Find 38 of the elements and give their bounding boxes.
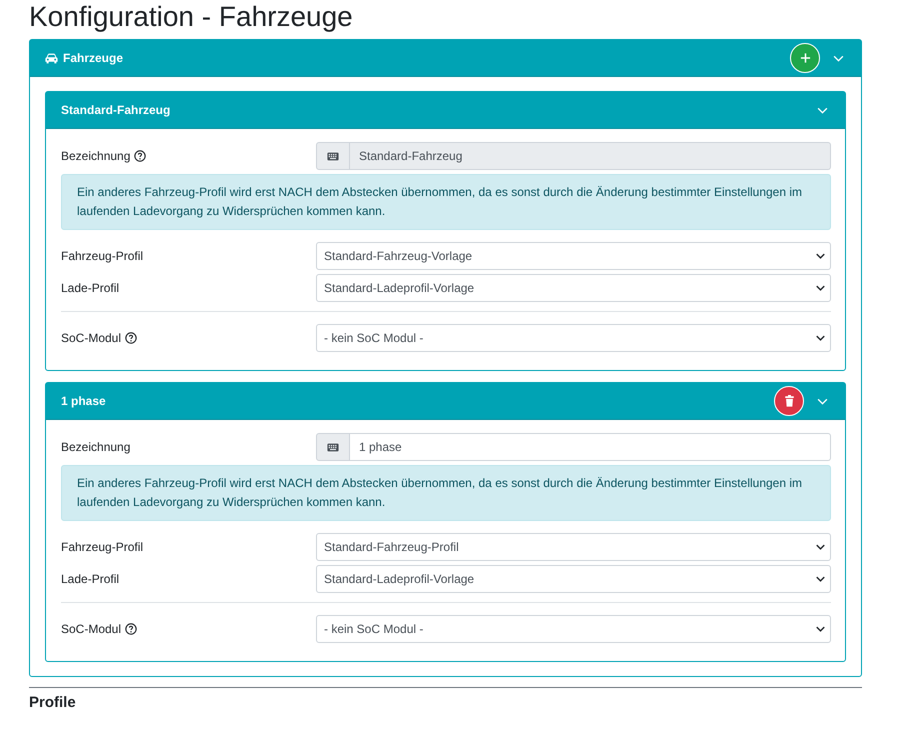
page-title: Konfiguration - Fahrzeuge bbox=[29, 0, 354, 33]
chevron-down-icon[interactable] bbox=[816, 335, 825, 341]
help-icon[interactable] bbox=[134, 150, 146, 162]
help-icon[interactable] bbox=[125, 332, 138, 344]
select-field[interactable]: - kein SoC Modul - bbox=[316, 615, 831, 643]
add-button[interactable] bbox=[790, 43, 820, 73]
section-heading: Profile bbox=[29, 694, 77, 712]
info-alert: Ein anderes Fahrzeug-Profil wird erst NACH dem Abstecken übernommen, da es sonst durch die Änderung bestimmter Einstellungen im laufenden Ladevorgang zu Widersprüchen kommen kann. bbox=[61, 174, 831, 230]
keyboard-icon bbox=[327, 442, 339, 452]
field-label: Bezeichnung bbox=[61, 149, 130, 163]
chevron-down-icon[interactable] bbox=[816, 576, 825, 582]
select-field[interactable]: Standard-Fahrzeug-Profil bbox=[316, 533, 831, 561]
plus-icon bbox=[800, 52, 810, 64]
field-label: Bezeichnung bbox=[61, 440, 130, 454]
card-title: 1 phase bbox=[61, 394, 106, 408]
chevron-down-icon[interactable] bbox=[816, 285, 825, 291]
text-input[interactable]: 1 phase bbox=[350, 433, 831, 461]
keyboard-icon bbox=[327, 152, 339, 160]
field-label: SoC-Modul bbox=[61, 622, 122, 636]
card-title: Fahrzeuge bbox=[63, 51, 124, 65]
field-label: Fahrzeug-Profil bbox=[61, 540, 144, 554]
car-icon bbox=[45, 52, 58, 64]
field-label: Fahrzeug-Profil bbox=[61, 249, 144, 263]
chevron-down-icon[interactable] bbox=[816, 253, 825, 259]
field-label: Lade-Profil bbox=[61, 572, 120, 586]
field-label: Lade-Profil bbox=[61, 281, 120, 295]
select-field[interactable]: - kein SoC Modul - bbox=[316, 324, 831, 352]
delete-button[interactable] bbox=[774, 386, 804, 416]
select-field[interactable]: Standard-Fahrzeug-Vorlage bbox=[316, 242, 831, 270]
card-title: Standard-Fahrzeug bbox=[61, 103, 170, 117]
field-label: SoC-Modul bbox=[61, 331, 122, 345]
select-field[interactable]: Standard-Ladeprofil-Vorlage bbox=[316, 565, 831, 593]
select-field[interactable]: Standard-Ladeprofil-Vorlage bbox=[316, 274, 831, 302]
chevron-down-icon[interactable] bbox=[816, 626, 825, 632]
info-alert: Ein anderes Fahrzeug-Profil wird erst NACH dem Abstecken übernommen, da es sonst durch die Änderung bestimmter Einstellungen im laufenden Ladevorgang zu Widersprüchen kommen kann. bbox=[61, 465, 831, 521]
trash-icon bbox=[784, 395, 794, 407]
chevron-down-icon[interactable] bbox=[816, 544, 825, 550]
help-icon[interactable] bbox=[125, 623, 138, 635]
